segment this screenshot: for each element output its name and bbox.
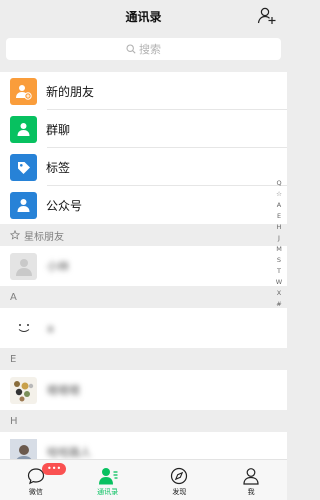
group-chat-icon xyxy=(10,115,37,143)
group-chats-label: 群聊 xyxy=(46,122,71,137)
person-icon xyxy=(243,468,259,485)
tags-item[interactable]: 标签 xyxy=(0,148,287,186)
contact-row[interactable]: 嗯嗯嗯 xyxy=(0,370,287,410)
add-contact-button[interactable] xyxy=(257,6,277,26)
alphabet-index[interactable]: Q ☆ A E H J M S T W X # xyxy=(274,178,284,310)
search-icon xyxy=(126,44,136,54)
new-friends-item[interactable]: 新的朋友 xyxy=(0,72,287,110)
contact-name: 哈哈路人 xyxy=(47,446,91,459)
compass-icon xyxy=(171,467,188,485)
new-friend-icon xyxy=(10,77,37,105)
tab-contacts[interactable]: 通讯录 xyxy=(72,460,144,500)
tab-label: 发现 xyxy=(172,488,187,496)
section-title-starred: 星标朋友 xyxy=(24,231,64,243)
index-letter[interactable]: W xyxy=(276,277,282,288)
group-chats-item[interactable]: 群聊 xyxy=(0,110,287,148)
contacts-icon xyxy=(98,468,118,485)
official-account-icon xyxy=(10,191,37,219)
tag-icon xyxy=(10,153,37,181)
index-letter[interactable]: T xyxy=(277,266,281,277)
contacts-list: 新的朋友 群聊 标签 公众号 星标朋友 小林 A a E 嗯嗯嗯 H 哈哈路人 xyxy=(0,72,287,472)
tab-chats[interactable]: ••• 微信 xyxy=(0,460,72,500)
index-letter[interactable]: J xyxy=(278,233,280,244)
index-letter[interactable]: H xyxy=(277,222,282,233)
default-avatar-icon xyxy=(15,259,32,276)
section-letter-a: A xyxy=(10,291,17,303)
tab-label: 我 xyxy=(247,488,255,496)
index-letter[interactable]: ☆ xyxy=(276,189,282,200)
index-letter[interactable]: S xyxy=(277,255,281,266)
contact-row[interactable]: a xyxy=(0,308,287,348)
official-accounts-item[interactable]: 公众号 xyxy=(0,186,287,224)
index-letter[interactable]: Q xyxy=(276,178,281,189)
search-placeholder: 搜索 xyxy=(139,43,161,56)
bottom-tab-bar: ••• 微信 通讯录 发现 我 xyxy=(0,459,287,500)
section-letter-h: H xyxy=(10,415,18,427)
contact-row[interactable]: 小林 xyxy=(0,246,287,286)
section-header-a: A xyxy=(0,286,287,308)
index-letter[interactable]: # xyxy=(276,299,281,310)
index-letter[interactable]: A xyxy=(277,200,281,211)
smiley-avatar-icon xyxy=(18,324,29,332)
unread-badge: ••• xyxy=(42,463,67,475)
section-header-e: E xyxy=(0,348,287,370)
index-letter[interactable]: X xyxy=(277,288,281,299)
tab-label: 通讯录 xyxy=(97,488,119,496)
avatar xyxy=(10,314,37,342)
contact-name: 小林 xyxy=(47,260,69,273)
index-letter[interactable]: M xyxy=(276,244,282,255)
add-contact-icon xyxy=(257,7,276,24)
section-letter-e: E xyxy=(10,353,17,365)
star-icon xyxy=(10,230,20,240)
section-header-h: H xyxy=(0,410,287,432)
tab-me[interactable]: 我 xyxy=(215,460,287,500)
avatar xyxy=(10,252,37,280)
page-title: 通讯录 xyxy=(125,10,162,24)
tab-discover[interactable]: 发现 xyxy=(144,460,216,500)
tags-label: 标签 xyxy=(46,160,71,175)
official-accounts-label: 公众号 xyxy=(46,198,83,213)
contact-name: 嗯嗯嗯 xyxy=(47,384,80,397)
tab-label: 微信 xyxy=(28,488,43,496)
index-letter[interactable]: E xyxy=(277,211,281,222)
new-friends-label: 新的朋友 xyxy=(46,84,95,99)
avatar xyxy=(10,376,37,404)
search-bar[interactable]: 搜索 xyxy=(6,38,281,60)
contact-name: a xyxy=(47,321,54,335)
section-header-starred: 星标朋友 xyxy=(0,224,287,246)
top-bar: 通讯录 xyxy=(0,0,287,32)
photo-avatar-icon xyxy=(14,380,34,401)
